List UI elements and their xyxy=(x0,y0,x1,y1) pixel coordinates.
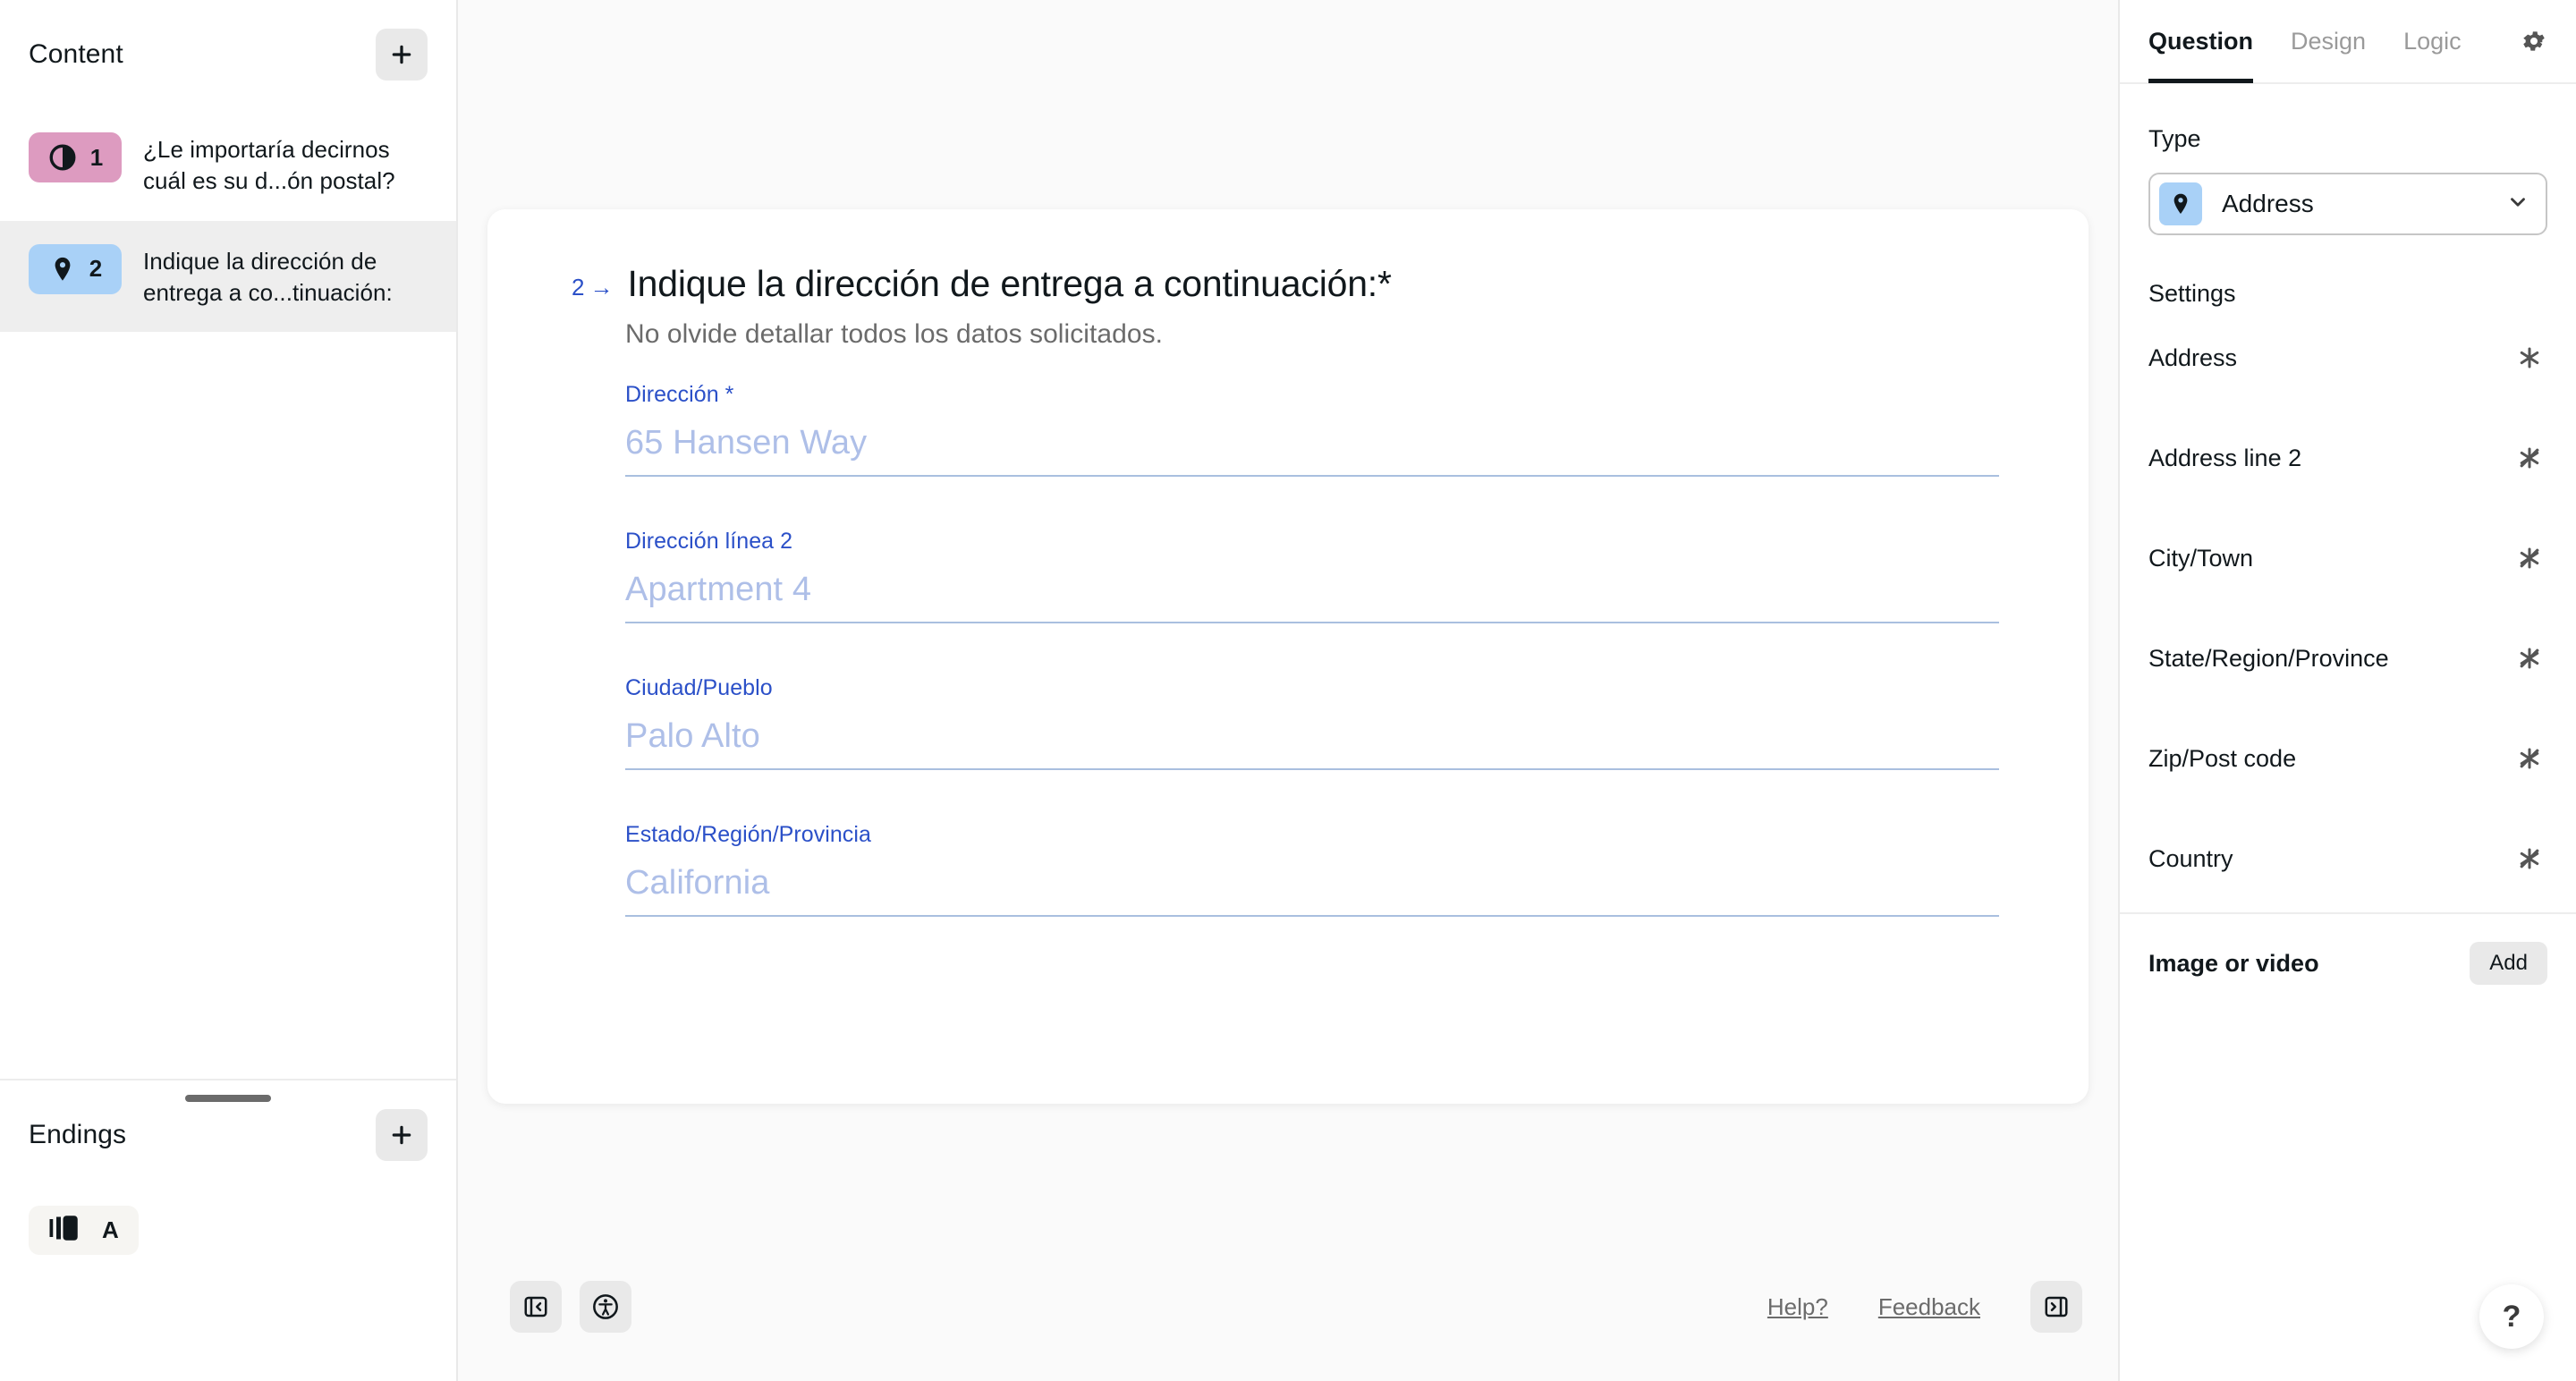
panel-collapse-right-icon xyxy=(2043,1293,2070,1320)
type-value: Address xyxy=(2222,190,2314,217)
tab-logic[interactable]: Logic xyxy=(2403,0,2462,83)
question-list: 1 ¿Le importaría decirnos cuál es su d..… xyxy=(0,109,456,1079)
question-label-2: Indique la dirección de entrega a co...t… xyxy=(143,247,393,307)
right-settings-panel: Question Design Logic Type Address Setti… xyxy=(2118,0,2576,1381)
content-panel-header: Content xyxy=(0,0,456,109)
asterisk-slash-icon[interactable] xyxy=(2512,440,2547,476)
question-description: No olvide detallar todos los datos solic… xyxy=(625,319,1164,350)
sidebar-item-question-1[interactable]: 1 ¿Le importaría decirnos cuál es su d..… xyxy=(0,109,456,221)
form-builder-app: Content 1 ¿Le importaría decirnos cuál e… xyxy=(0,0,2576,1381)
list-item-ending-a[interactable]: A xyxy=(29,1206,139,1255)
field-ciudad-pueblo: Ciudad/Pueblo Palo Alto xyxy=(625,675,1999,771)
chevron-down-icon xyxy=(2506,191,2529,218)
content-title: Content xyxy=(29,39,123,69)
help-fab-button[interactable]: ? xyxy=(2479,1284,2544,1349)
question-number-1: 1 xyxy=(89,143,104,171)
field-estado-region-provincia: Estado/Región/Provincia California xyxy=(625,822,1999,918)
field-label: Estado/Región/Provincia xyxy=(625,822,871,848)
setting-label: Address line 2 xyxy=(2148,444,2302,471)
accessibility-icon xyxy=(591,1292,620,1321)
field-label: Ciudad/Pueblo xyxy=(625,675,773,701)
state-input[interactable]: California xyxy=(625,864,1999,918)
panel-tabs: Question Design Logic xyxy=(2120,0,2576,84)
question-index-number: 2 xyxy=(572,274,585,301)
asterisk-slash-icon[interactable] xyxy=(2512,741,2547,776)
question-number-2: 2 xyxy=(89,255,103,283)
field-label: Dirección * xyxy=(625,382,734,408)
question-index: 2 → xyxy=(572,261,613,301)
asterisk-slash-icon[interactable] xyxy=(2512,640,2547,676)
feedback-link[interactable]: Feedback xyxy=(1878,1293,1980,1321)
setting-row-address[interactable]: Address xyxy=(2148,308,2547,408)
address-fields: Dirección * 65 Hansen Way Dirección líne… xyxy=(625,382,1999,918)
accessibility-button[interactable] xyxy=(580,1281,631,1333)
asterisk-slash-icon[interactable] xyxy=(2512,841,2547,877)
gear-icon[interactable] xyxy=(2521,28,2547,55)
question-badge-1: 1 xyxy=(29,132,122,182)
settings-title: Settings xyxy=(2148,280,2236,307)
field-direccion: Dirección * 65 Hansen Way xyxy=(625,382,1999,478)
question-card: 2 → Indique la dirección de entrega a co… xyxy=(487,209,2089,1104)
left-sidebar: Content 1 ¿Le importaría decirnos cuál e… xyxy=(0,0,458,1381)
tab-question[interactable]: Question xyxy=(2148,0,2254,83)
city-input[interactable]: Palo Alto xyxy=(625,717,1999,771)
endings-section: Endings A xyxy=(0,1079,456,1381)
endings-title: Endings xyxy=(29,1120,127,1149)
panel-collapse-left-icon xyxy=(522,1293,549,1320)
asterisk-slash-icon[interactable] xyxy=(2512,540,2547,576)
setting-label: Zip/Post code xyxy=(2148,744,2297,772)
setting-label: Country xyxy=(2148,844,2233,872)
setting-row-city-town[interactable]: City/Town xyxy=(2148,508,2547,608)
ending-card-icon xyxy=(48,1215,82,1246)
map-pin-icon xyxy=(2159,182,2202,225)
image-or-video-label: Image or video xyxy=(2148,949,2319,977)
setting-row-address-line-2[interactable]: Address line 2 xyxy=(2148,408,2547,508)
canvas-area: 2 → Indique la dirección de entrega a co… xyxy=(458,0,2118,1381)
footer-right-controls: Help? Feedback xyxy=(1767,1281,2082,1333)
question-canvas: 2 → Indique la dirección de entrega a co… xyxy=(458,0,2118,1256)
image-or-video-row: Image or video Add xyxy=(2120,914,2576,1012)
field-direccion-linea-2: Dirección línea 2 Apartment 4 xyxy=(625,529,1999,624)
sidebar-item-question-2[interactable]: 2 Indique la dirección de entrega a co..… xyxy=(0,220,456,333)
add-ending-button[interactable] xyxy=(376,1109,428,1161)
add-media-button[interactable]: Add xyxy=(2470,942,2547,985)
arrow-right-icon: → xyxy=(589,274,614,301)
help-link[interactable]: Help? xyxy=(1767,1293,1828,1321)
setting-row-state-region-province[interactable]: State/Region/Province xyxy=(2148,608,2547,708)
plus-icon xyxy=(390,43,413,66)
address-line-2-input[interactable]: Apartment 4 xyxy=(625,571,1999,624)
setting-label: City/Town xyxy=(2148,544,2254,572)
field-label: Dirección línea 2 xyxy=(625,529,793,555)
asterisk-icon[interactable] xyxy=(2512,340,2547,376)
setting-row-zip-post-code[interactable]: Zip/Post code xyxy=(2148,708,2547,809)
contrast-circle-icon xyxy=(47,142,78,173)
ending-letter: A xyxy=(102,1216,119,1243)
page-title: Indique la dirección de entrega a contin… xyxy=(627,263,1392,304)
setting-row-country[interactable]: Country xyxy=(2148,809,2547,909)
collapse-left-panel-button[interactable] xyxy=(510,1281,562,1333)
type-section: Type Address Settings Address Address li… xyxy=(2120,84,2576,909)
map-pin-icon xyxy=(48,255,77,284)
question-label-1: ¿Le importaría decirnos cuál es su d...ó… xyxy=(143,136,395,195)
type-dropdown[interactable]: Address xyxy=(2148,173,2547,235)
collapse-right-panel-button[interactable] xyxy=(2030,1281,2082,1333)
question-badge-2: 2 xyxy=(29,243,122,294)
setting-label: State/Region/Province xyxy=(2148,644,2389,672)
type-label: Type xyxy=(2148,125,2201,152)
plus-icon xyxy=(390,1123,413,1147)
question-heading: 2 → Indique la dirección de entrega a co… xyxy=(572,261,1999,307)
canvas-footer: Help? Feedback xyxy=(458,1256,2118,1381)
tab-design[interactable]: Design xyxy=(2291,0,2366,83)
footer-left-controls xyxy=(510,1281,631,1333)
add-content-button[interactable] xyxy=(376,29,428,80)
setting-label: Address xyxy=(2148,343,2238,371)
panel-resize-grip[interactable] xyxy=(185,1095,271,1102)
address-input[interactable]: 65 Hansen Way xyxy=(625,424,1999,478)
